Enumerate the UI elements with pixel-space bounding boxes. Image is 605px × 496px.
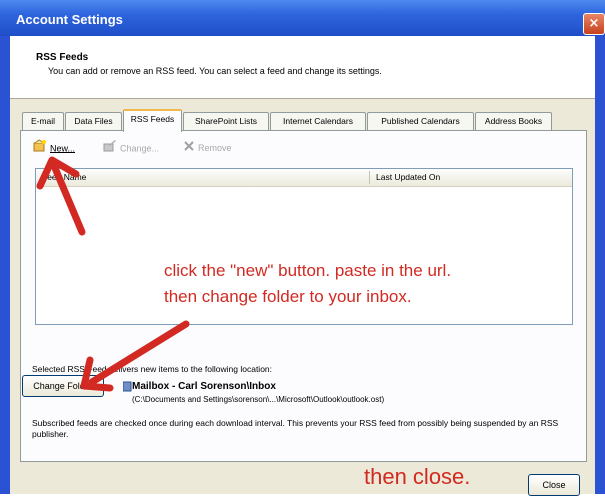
account-settings-window: Account Settings × RSS Feeds You can add… (0, 0, 605, 496)
annotation-arrows (36, 156, 190, 392)
tab-rss-feeds[interactable]: RSS Feeds (123, 109, 182, 132)
arrow-to-new-button (36, 156, 86, 236)
arrow-to-change-folder (80, 320, 190, 392)
